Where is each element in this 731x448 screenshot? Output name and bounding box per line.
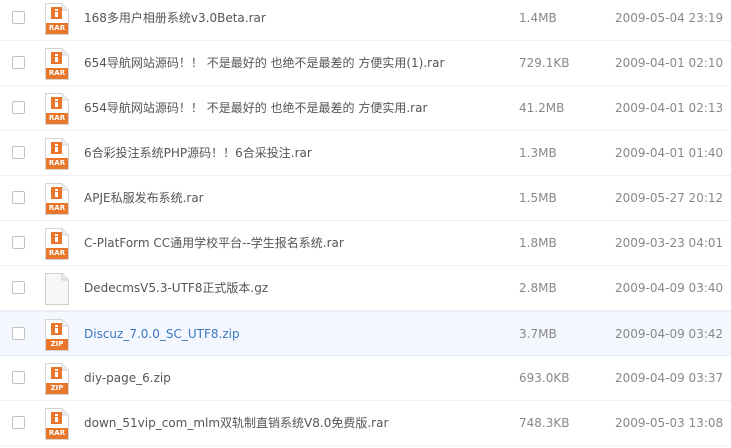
file-name-link[interactable]: Discuz_7.0.0_SC_UTF8.zip [84, 325, 240, 343]
file-checkbox[interactable] [12, 146, 25, 159]
file-row[interactable]: ZIP Discuz_7.0.0_SC_UTF8.zip 3.7MB 2009-04-… [0, 311, 731, 356]
file-list: RAR 168多用户相册系统v3.0Beta.rar 1.4MB 2009-05-04… [0, 0, 731, 446]
file-size: 748.3KB [519, 416, 570, 430]
file-checkbox[interactable] [12, 236, 25, 249]
generic-file-icon[interactable] [44, 272, 70, 306]
file-checkbox[interactable] [12, 327, 25, 340]
file-checkbox[interactable] [12, 191, 25, 204]
file-type-label: ZIP [50, 384, 64, 392]
file-name-link[interactable]: DedecmsV5.3-UTF8正式版本.gz [84, 279, 268, 297]
zip-archive-icon[interactable]: ZIP [44, 362, 70, 396]
file-modified-date: 2009-04-09 03:40 [615, 281, 724, 295]
file-row[interactable]: RAR 654导航网站源码！！ 不是最好的 也绝不是最差的 方便实用.rar 41.… [0, 86, 731, 131]
zip-archive-icon[interactable]: ZIP [44, 318, 70, 352]
file-modified-date: 2009-04-01 02:13 [615, 101, 724, 115]
file-checkbox[interactable] [12, 101, 25, 114]
file-type-label: RAR [48, 249, 66, 257]
file-checkbox[interactable] [12, 416, 25, 429]
file-name-link[interactable]: 168多用户相册系统v3.0Beta.rar [84, 9, 266, 27]
file-type-label: RAR [48, 69, 66, 77]
file-name-link[interactable]: 654导航网站源码！！ 不是最好的 也绝不是最差的 方便实用.rar [84, 99, 427, 117]
rar-archive-icon[interactable]: RAR [44, 227, 70, 261]
file-row[interactable]: RAR C-PlatForm CC通用学校平台--学生报名系统.rar 1.8MB 2… [0, 221, 731, 266]
rar-archive-icon[interactable]: RAR [44, 92, 70, 126]
file-size: 1.5MB [519, 191, 557, 205]
rar-archive-icon[interactable]: RAR [44, 182, 70, 216]
file-modified-date: 2009-04-01 02:10 [615, 56, 724, 70]
file-size: 3.7MB [519, 327, 557, 341]
file-size: 1.8MB [519, 236, 557, 250]
file-checkbox[interactable] [12, 11, 25, 24]
file-checkbox[interactable] [12, 56, 25, 69]
file-modified-date: 2009-05-27 20:12 [615, 191, 724, 205]
file-row[interactable]: DedecmsV5.3-UTF8正式版本.gz 2.8MB 2009-04-09 0… [0, 266, 731, 311]
file-size: 693.0KB [519, 371, 570, 385]
file-modified-date: 2009-04-09 03:42 [615, 327, 724, 341]
file-size: 2.8MB [519, 281, 557, 295]
file-size: 1.3MB [519, 146, 557, 160]
file-modified-date: 2009-04-01 01:40 [615, 146, 724, 160]
file-size: 1.4MB [519, 11, 557, 25]
file-type-label: ZIP [50, 340, 64, 348]
file-type-label: RAR [48, 159, 66, 167]
file-type-label: RAR [48, 429, 66, 437]
file-modified-date: 2009-05-03 13:08 [615, 416, 724, 430]
file-row[interactable]: RAR down_51vip_com_mlm双轨制直销系统V8.0免费版.rar 7… [0, 401, 731, 446]
file-size: 41.2MB [519, 101, 565, 115]
file-size: 729.1KB [519, 56, 570, 70]
file-row[interactable]: RAR 168多用户相册系统v3.0Beta.rar 1.4MB 2009-05-04… [0, 0, 731, 41]
file-name-link[interactable]: 6合彩投注系统PHP源码！！6合采投注.rar [84, 144, 312, 162]
file-name-link[interactable]: diy-page_6.zip [84, 369, 171, 387]
rar-archive-icon[interactable]: RAR [44, 47, 70, 81]
file-row[interactable]: ZIP diy-page_6.zip 693.0KB 2009-04-09 03:37 [0, 356, 731, 401]
file-row[interactable]: RAR APJE私服发布系统.rar 1.5MB 2009-05-27 20:12 [0, 176, 731, 221]
file-checkbox[interactable] [12, 281, 25, 294]
file-modified-date: 2009-03-23 04:01 [615, 236, 724, 250]
file-name-link[interactable]: 654导航网站源码！！ 不是最好的 也绝不是最差的 方便实用(1).rar [84, 54, 444, 72]
rar-archive-icon[interactable]: RAR [44, 137, 70, 171]
file-type-label: RAR [48, 204, 66, 212]
file-modified-date: 2009-05-04 23:19 [615, 11, 724, 25]
file-type-label: RAR [48, 24, 66, 32]
file-name-link[interactable]: APJE私服发布系统.rar [84, 189, 204, 207]
file-name-link[interactable]: C-PlatForm CC通用学校平台--学生报名系统.rar [84, 234, 344, 252]
file-type-label: RAR [48, 114, 66, 122]
file-checkbox[interactable] [12, 371, 25, 384]
rar-archive-icon[interactable]: RAR [44, 407, 70, 441]
file-row[interactable]: RAR 6合彩投注系统PHP源码！！6合采投注.rar 1.3MB 2009-04-0… [0, 131, 731, 176]
rar-archive-icon[interactable]: RAR [44, 2, 70, 36]
file-row[interactable]: RAR 654导航网站源码！！ 不是最好的 也绝不是最差的 方便实用(1).rar… [0, 41, 731, 86]
file-modified-date: 2009-04-09 03:37 [615, 371, 724, 385]
file-name-link[interactable]: down_51vip_com_mlm双轨制直销系统V8.0免费版.rar [84, 414, 388, 432]
